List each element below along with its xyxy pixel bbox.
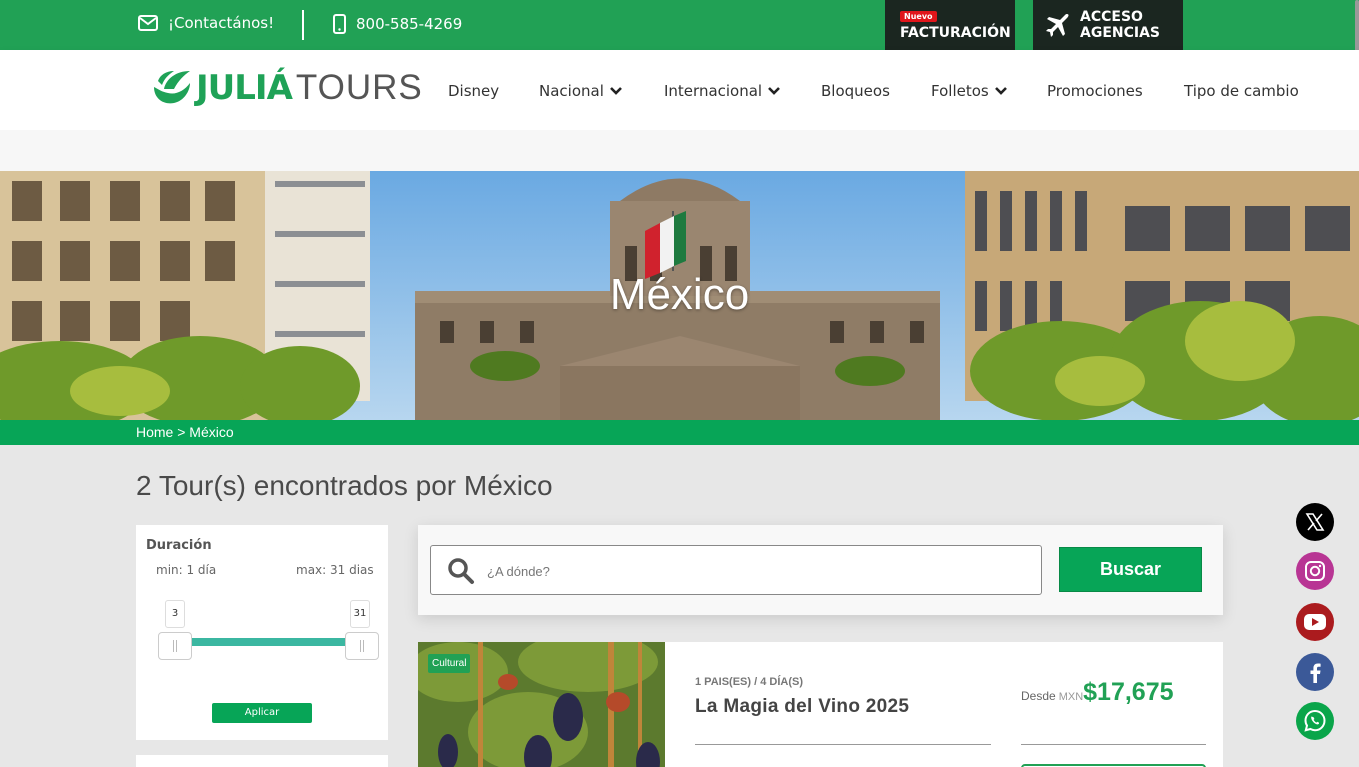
logo-leaf-icon — [154, 71, 190, 104]
camera-glyph-icon — [1305, 561, 1325, 581]
agencias-line1: ACCESO — [1080, 9, 1143, 25]
contact-label: ¡Contactános! — [168, 14, 275, 32]
new-badge: Nuevo — [900, 11, 937, 22]
whatsapp-icon[interactable] — [1296, 702, 1334, 740]
search-input[interactable] — [487, 559, 1007, 583]
tour-meta: 1 PAIS(ES) / 4 DÍA(S) — [695, 676, 803, 688]
hero-title: México — [609, 270, 750, 319]
divider — [695, 744, 991, 745]
nav-label: Bloqueos — [821, 82, 890, 100]
search-button[interactable]: Buscar — [1059, 547, 1202, 592]
facebook-icon[interactable] — [1296, 653, 1334, 691]
results-title: 2 Tour(s) encontrados por México — [136, 470, 553, 501]
phone-number: 800-585-4269 — [356, 15, 463, 33]
julia-tours-logo[interactable]: JULIÁ TOURS — [150, 68, 423, 108]
instagram-icon[interactable] — [1296, 552, 1334, 590]
header-spacer — [0, 130, 1359, 171]
tour-image[interactable]: Cultural — [418, 642, 665, 767]
divider — [302, 10, 304, 40]
tour-card[interactable]: Cultural 1 PAIS(ES) / 4 DÍA(S) La Magia … — [418, 642, 1223, 767]
whatsapp-glyph-icon — [1304, 709, 1326, 732]
x-logo-icon — [1305, 513, 1325, 531]
apply-button[interactable]: Aplicar — [212, 703, 312, 723]
slider-track[interactable] — [174, 638, 354, 646]
price-prefix: Desde — [1021, 689, 1056, 703]
max-label: max: 31 dias — [296, 563, 374, 577]
search-field[interactable] — [430, 545, 1042, 595]
nav-label: Folletos — [931, 82, 989, 100]
nav-internacional[interactable]: Internacional — [664, 82, 781, 100]
nav-nacional[interactable]: Nacional — [539, 82, 623, 100]
tour-name[interactable]: La Magia del Vino 2025 — [695, 696, 909, 718]
grip-icon — [173, 640, 177, 652]
tour-price: Desde MXN $17,675 — [1021, 678, 1174, 707]
play-glyph-icon — [1304, 614, 1326, 630]
logo-tours: TOURS — [295, 68, 423, 107]
grip-icon — [360, 640, 364, 652]
filter-title: Duración — [146, 538, 212, 553]
search-icon — [448, 558, 474, 584]
breadcrumb: Home > México — [0, 420, 1359, 445]
slider-low-value: 3 — [165, 600, 185, 628]
slider-high-value: 31 — [350, 600, 370, 628]
divider — [1021, 744, 1206, 745]
chevron-down-icon — [609, 87, 622, 95]
chevron-down-icon — [768, 87, 781, 95]
airplane-icon — [1046, 14, 1069, 37]
nav-folletos[interactable]: Folletos — [931, 82, 1008, 100]
filter-card-2 — [136, 755, 388, 767]
breadcrumb-text[interactable]: Home > México — [136, 424, 234, 440]
x-twitter-icon[interactable] — [1296, 503, 1334, 541]
duration-filter: Duración min: 1 día max: 31 dias 3 31 Ap… — [136, 525, 388, 740]
slider-high-handle[interactable] — [345, 632, 379, 660]
chevron-down-icon — [994, 87, 1007, 95]
price-currency: MXN — [1058, 691, 1084, 703]
youtube-icon[interactable] — [1296, 603, 1334, 641]
nav-label: Internacional — [664, 82, 763, 100]
mobile-phone-icon — [333, 14, 346, 34]
top-bar: ¡Contactános! 800-585-4269 Nuevo FACTURA… — [0, 0, 1359, 170]
nav-disney[interactable]: Disney — [448, 82, 499, 100]
acceso-agencias-button[interactable]: ACCESO AGENCIAS — [1033, 0, 1183, 50]
slider-low-handle[interactable] — [158, 632, 192, 660]
agencias-line2: AGENCIAS — [1080, 25, 1161, 41]
nav-label: Tipo de cambio — [1184, 82, 1299, 100]
facturacion-button[interactable]: Nuevo FACTURACIÓN — [885, 0, 1015, 50]
nav-label: Disney — [448, 82, 500, 100]
nav-promociones[interactable]: Promociones — [1047, 82, 1143, 100]
facturacion-label: FACTURACIÓN — [900, 25, 1011, 41]
price-amount: $17,675 — [1083, 678, 1174, 706]
search-card: Buscar — [418, 525, 1223, 615]
mail-icon — [138, 15, 158, 31]
min-label: min: 1 día — [156, 563, 217, 577]
main-header: JULIÁ TOURS Disney Nacional Internaciona… — [0, 50, 1359, 130]
category-badge: Cultural — [428, 654, 471, 673]
phone-link[interactable]: 800-585-4269 — [333, 14, 462, 34]
contact-link[interactable]: ¡Contactános! — [138, 14, 274, 32]
nav-label: Nacional — [539, 82, 604, 100]
nav-bloqueos[interactable]: Bloqueos — [821, 82, 890, 100]
nav-label: Promociones — [1047, 82, 1143, 100]
facebook-f-icon — [1310, 663, 1321, 683]
logo-brand: JULIÁ — [196, 68, 293, 108]
nav-tipo-cambio[interactable]: Tipo de cambio — [1184, 82, 1299, 100]
